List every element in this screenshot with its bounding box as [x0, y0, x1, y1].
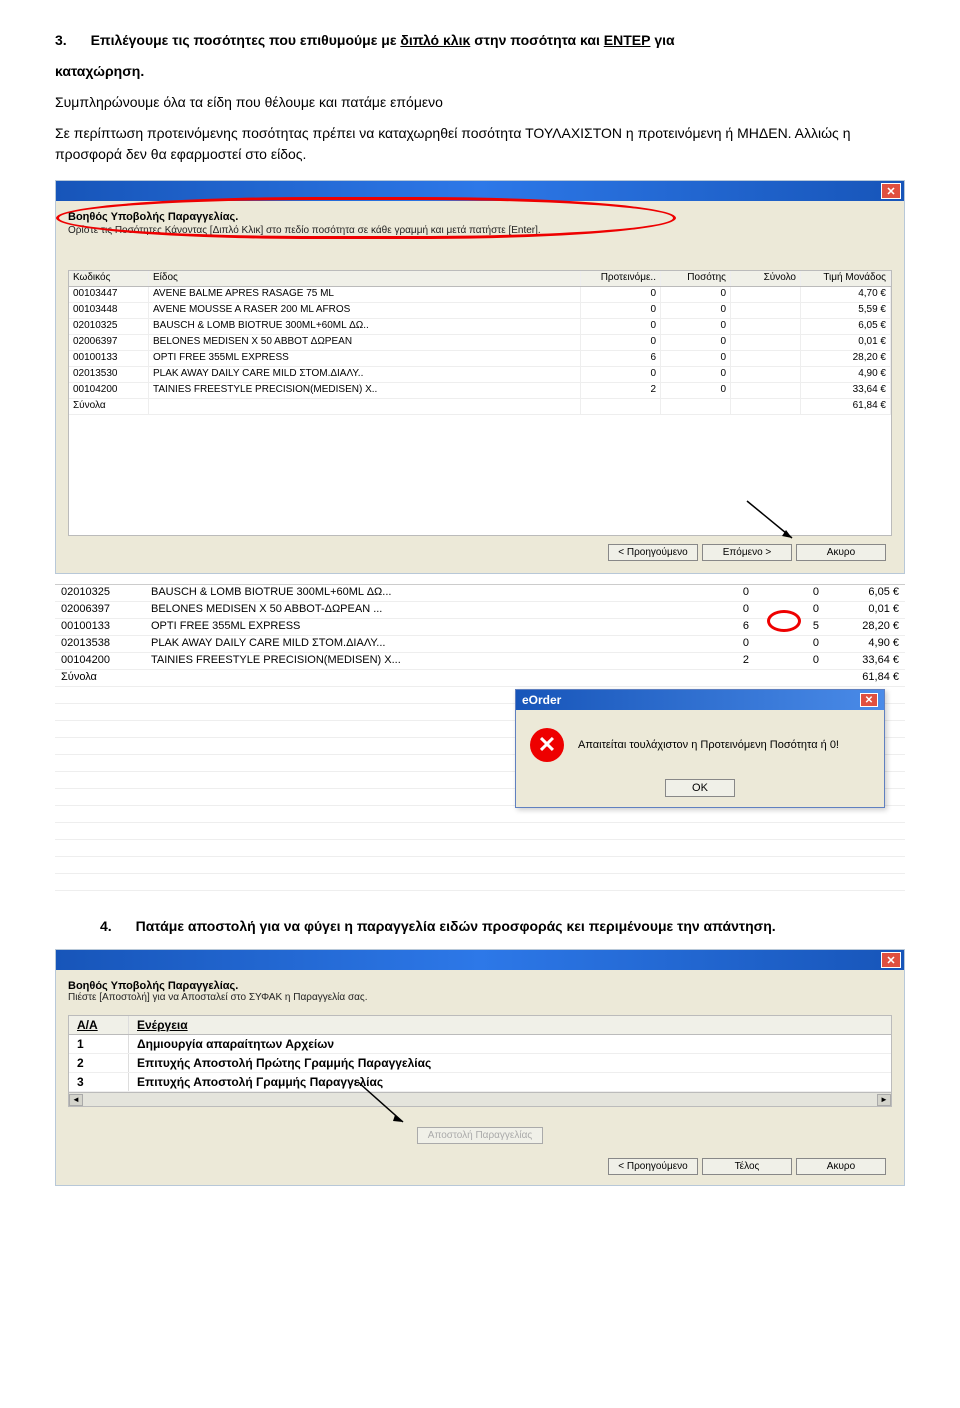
scroll-left-icon[interactable]: ◄: [69, 1094, 83, 1106]
actions-header: A/A Ενέργεια: [69, 1016, 891, 1035]
table-row[interactable]: 00104200TAINIES FREESTYLE PRECISION(MEDI…: [55, 653, 905, 670]
error-icon: ✕: [530, 728, 564, 762]
close-icon[interactable]: ✕: [881, 952, 901, 968]
dialog-message: Απαιτείται τουλάχιστον η Προτεινόμενη Πο…: [578, 739, 839, 751]
close-icon[interactable]: ✕: [881, 183, 901, 199]
arrow-annotation: [742, 496, 802, 546]
prev-button[interactable]: < Προηγούμενο: [608, 544, 698, 561]
lower-section: 02010325BAUSCH & LOMB BIOTRUE 300ML+60ML…: [55, 584, 905, 891]
step3-body2: Σε περίπτωση προτεινόμενης ποσότητας πρέ…: [55, 123, 905, 165]
table-row[interactable]: 00100133OPTI FREE 355ML EXPRESS6028,20 €: [69, 351, 891, 367]
grid-totals: Σύνολα 61,84 €: [69, 399, 891, 415]
table-row[interactable]: 02010325BAUSCH & LOMB BIOTRUE 300ML+60ML…: [69, 319, 891, 335]
annotation-circle-2: [767, 610, 801, 632]
finish-button[interactable]: Τέλος: [702, 1158, 792, 1175]
table-row[interactable]: 00103448AVENE MOUSSE A RASER 200 ML AFRO…: [69, 303, 891, 319]
table-row[interactable]: 02010325BAUSCH & LOMB BIOTRUE 300ML+60ML…: [55, 585, 905, 602]
scrollbar[interactable]: ◄ ►: [69, 1092, 891, 1106]
error-dialog: eOrder ✕ ✕ Απαιτείται τουλάχιστον η Προτ…: [515, 689, 885, 808]
action-row: 3Επιτυχής Αποστολή Γραμμής Παραγγελίας: [69, 1073, 891, 1092]
table-row[interactable]: 02013538PLAK AWAY DAILY CARE MILD ΣΤΟΜ.Δ…: [55, 636, 905, 653]
action-row: 1Δημιουργία απαραίτητων Αρχείων: [69, 1035, 891, 1054]
ok-button[interactable]: OK: [665, 779, 735, 797]
arrow-annotation: [348, 1077, 418, 1132]
scroll-right-icon[interactable]: ►: [877, 1094, 891, 1106]
step3-num: 3.: [55, 32, 67, 48]
wizard2-title: Βοηθός Υποβολής Παραγγελίας.: [68, 980, 892, 992]
wizard-window-2: ✕ Βοηθός Υποβολής Παραγγελίας. Πιέστε [Α…: [55, 949, 905, 1186]
wizard2-subtitle: Πιέστε [Αποστολή] για να Αποσταλεί στο Σ…: [68, 992, 892, 1003]
dialog-titlebar: eOrder ✕: [516, 690, 884, 710]
step3-body1: Συμπληρώνουμε όλα τα είδη που θέλουμε κα…: [55, 92, 905, 113]
table-row[interactable]: 02006397BELONES MEDISEN X 50 ABBOT ΔΩΡΕΑ…: [69, 335, 891, 351]
step4-text: 4. Πατάμε αποστολή για να φύγει η παραγγ…: [100, 916, 905, 937]
send-button[interactable]: Αποστολή Παραγγελίας: [417, 1127, 543, 1144]
annotation-circle: [56, 197, 676, 239]
next-button[interactable]: Επόμενο >: [702, 544, 792, 561]
step3-line2: καταχώρηση.: [55, 61, 905, 82]
close-icon[interactable]: ✕: [860, 693, 878, 707]
wizard-window-1: ✕ Βοηθός Υποβολής Παραγγελίας. Ορίστε τι…: [55, 180, 905, 574]
step3-heading: 3. Επιλέγουμε τις ποσότητες που επιθυμού…: [55, 30, 905, 51]
actions-grid: A/A Ενέργεια 1Δημιουργία απαραίτητων Αρχ…: [68, 1015, 892, 1107]
table-row[interactable]: 00103447AVENE BALME APRES RASAGE 75 ML00…: [69, 287, 891, 303]
cancel-button[interactable]: Ακυρο: [796, 1158, 886, 1175]
prev-button[interactable]: < Προηγούμενο: [608, 1158, 698, 1175]
titlebar: ✕: [56, 950, 904, 970]
table-row[interactable]: 02013530PLAK AWAY DAILY CARE MILD ΣΤΟΜ.Δ…: [69, 367, 891, 383]
cancel-button[interactable]: Ακυρο: [796, 544, 886, 561]
wizard2-buttons: < Προηγούμενο Τέλος Ακυρο: [68, 1150, 892, 1179]
grid-header: Κωδικός Είδος Προτεινόμε.. Ποσότης Σύνολ…: [69, 271, 891, 287]
grid2-totals: Σύνολα 61,84 €: [55, 670, 905, 687]
table-row[interactable]: 00104200TAINIES FREESTYLE PRECISION(MEDI…: [69, 383, 891, 399]
action-row: 2Επιτυχής Αποστολή Πρώτης Γραμμής Παραγγ…: [69, 1054, 891, 1073]
